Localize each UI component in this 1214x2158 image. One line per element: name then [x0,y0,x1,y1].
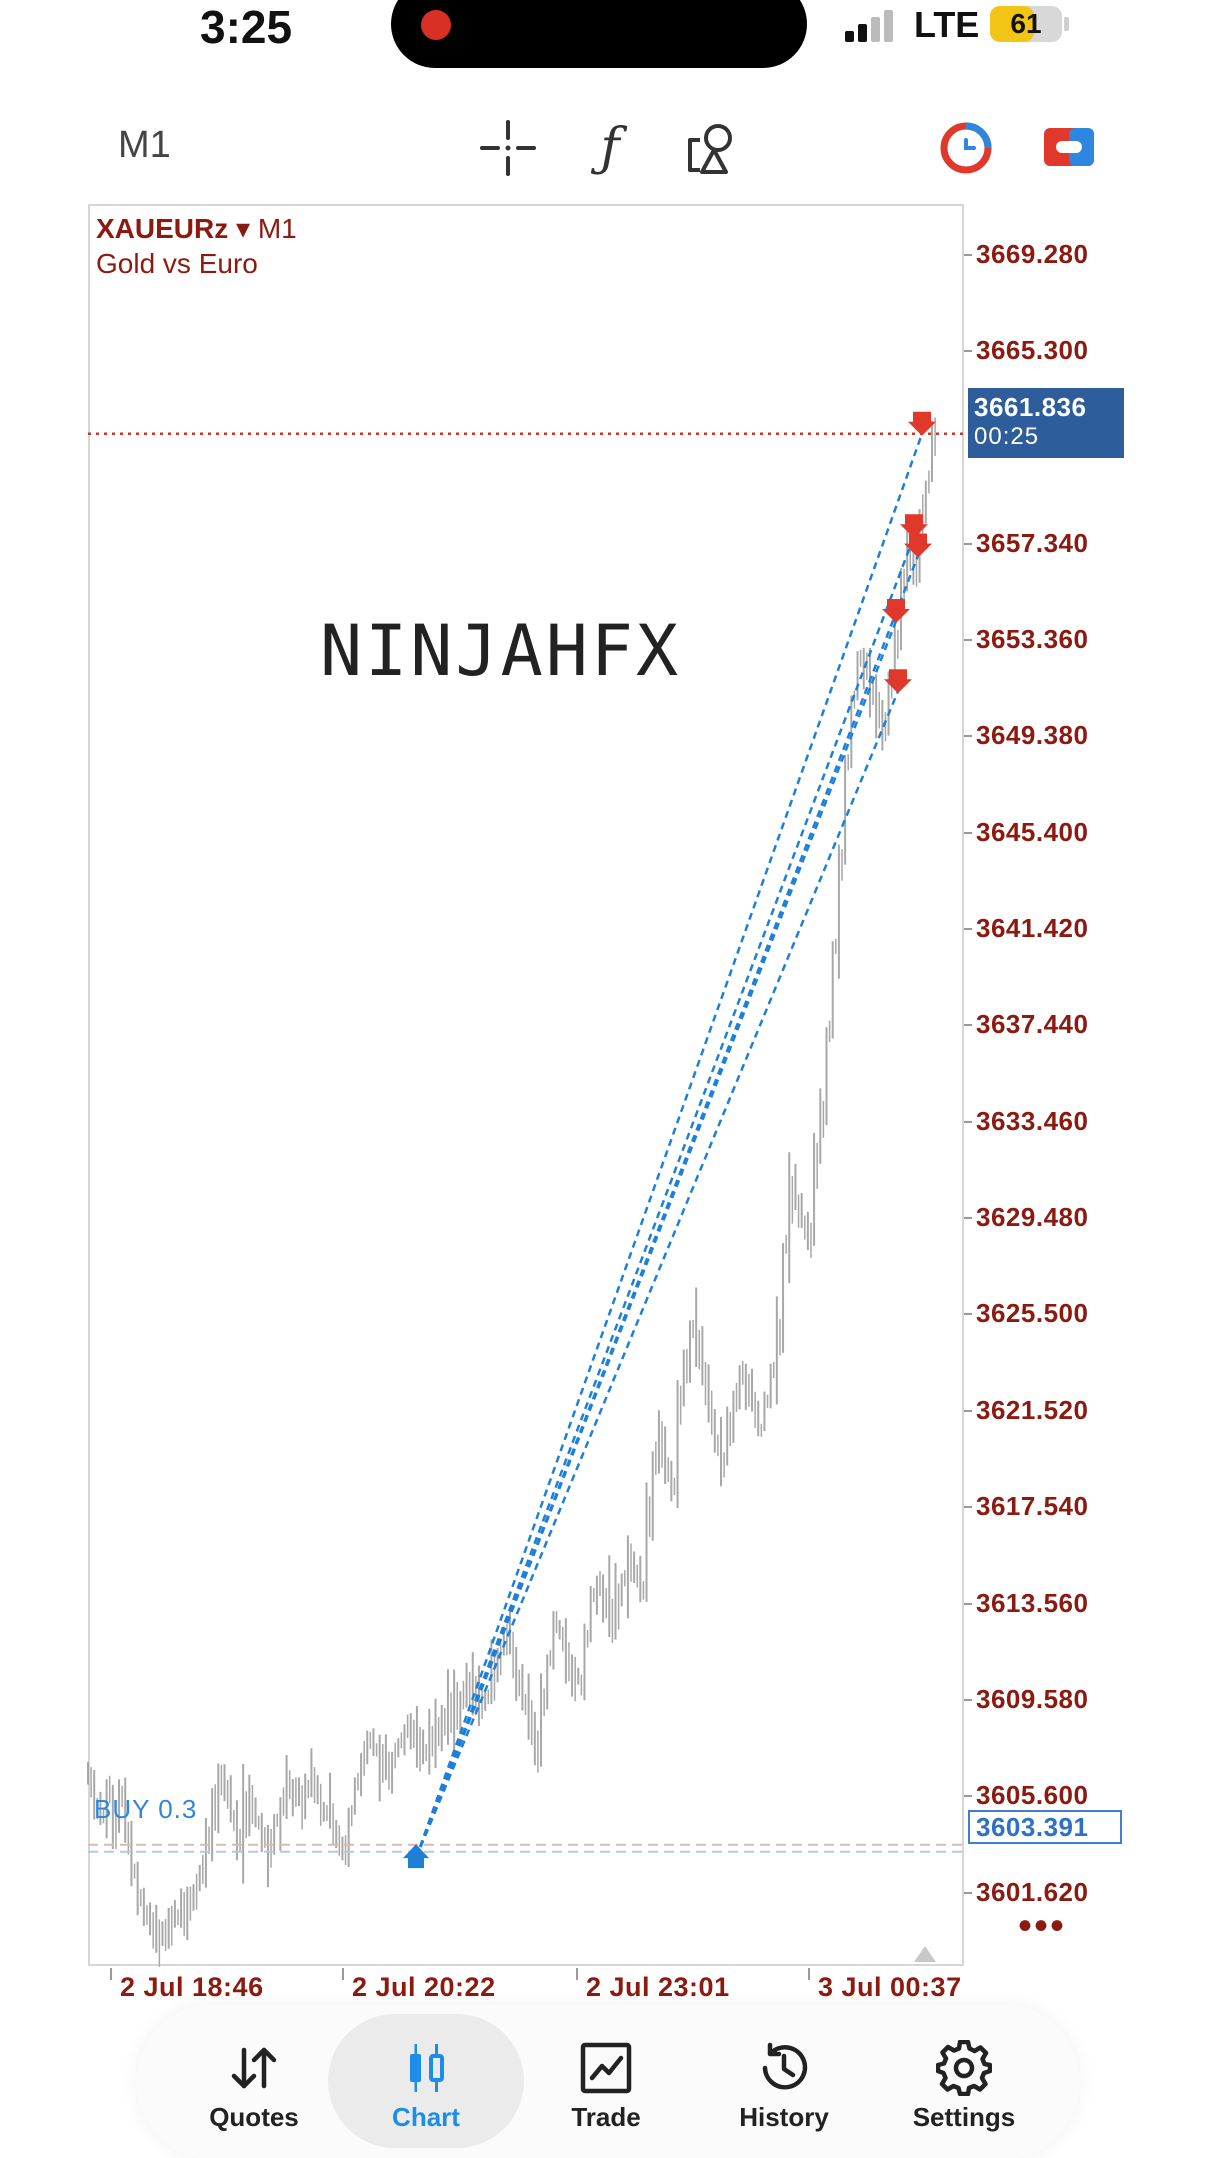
price-axis-label: 3657.340 [976,527,1089,558]
battery-percent: 61 [1010,8,1042,39]
time-axis-tick [342,1968,344,1980]
settings-icon [936,2040,992,2096]
price-axis-label: 3609.580 [976,1683,1089,1714]
price-axis-label: 3653.360 [976,623,1089,654]
price-axis-label: 3613.560 [976,1587,1089,1618]
time-axis-tick [808,1968,810,1980]
symbol-timeframe: M1 [257,213,297,244]
tab-settings[interactable]: Settings [866,2014,1062,2148]
position-label[interactable]: BUY 0.3 [94,1794,197,1825]
tab-chart[interactable]: Chart [328,2014,524,2148]
current-price-tag: 3661.836 00:25 [968,388,1124,458]
symbol-description: Gold vs Euro [96,248,258,279]
network-type: LTE [914,4,980,45]
price-axis-label: 3605.600 [976,1780,1089,1811]
price-axis-tick [964,638,972,641]
scroll-to-end-icon[interactable] [914,1946,936,1962]
recording-dot-icon [421,10,451,40]
price-axis-tick [964,349,972,352]
price-axis-tick [964,1024,972,1027]
symbol-header[interactable]: XAUEURz ▾ M1 [96,212,297,245]
crosshair-icon[interactable] [478,118,538,178]
price-axis-tick [964,1409,972,1412]
position-price-tag: 3603.391 [968,1810,1122,1844]
tab-label-settings: Settings [912,2102,1016,2132]
time-axis-tick [576,1968,578,1980]
bar-countdown: 00:25 [974,423,1040,450]
price-axis-tick [964,253,972,256]
tab-history[interactable]: History [686,2014,882,2148]
price-axis-label: 3669.280 [976,238,1089,269]
price-axis-label: 3601.620 [976,1876,1089,1907]
dynamic-island [391,0,807,68]
price-axis-tick [964,542,972,545]
signal-strength-icon [845,10,901,42]
price-axis-label: 3625.500 [976,1298,1089,1329]
price-axis-tick [964,1795,972,1798]
time-axis-label: 2 Jul 20:22 [352,1972,496,2002]
price-axis-tick [964,1698,972,1701]
price-axis-label: 3649.380 [976,720,1089,751]
bottom-tab-bar: Quotes Chart Trade History Settings [136,2004,1080,2158]
chart-icon [398,2040,454,2096]
price-axis-tick [964,1506,972,1509]
price-axis-label: 3641.420 [976,913,1089,944]
history-icon [756,2040,812,2096]
price-axis-tick [964,735,972,738]
time-axis-label: 2 Jul 23:01 [586,1972,730,2002]
trade-chart-icon [578,2040,634,2096]
trade-icon[interactable] [1040,118,1100,178]
chart-area[interactable] [88,204,964,1966]
tab-label-history: History [739,2102,829,2132]
battery-tip [1064,17,1069,31]
price-axis-tick [964,1120,972,1123]
objects-icon[interactable] [680,118,740,178]
price-axis-tick [964,928,972,931]
time-axis-label: 3 Jul 00:37 [818,1972,962,2002]
watermark-text: NINJAHFX [320,610,682,692]
price-axis-tick [964,831,972,834]
one-click-trading-icon[interactable] [936,118,996,178]
symbol-name: XAUEURz [96,213,229,244]
tab-label-chart: Chart [392,2102,460,2132]
more-options-button[interactable]: ••• [1018,1906,1066,1946]
indicator-function-icon[interactable]: ƒ [580,118,640,178]
price-axis-label: 3617.540 [976,1491,1089,1522]
current-price-value: 3661.836 [974,392,1087,422]
price-axis-tick [964,1313,972,1316]
price-axis-tick [964,1891,972,1894]
tab-quotes[interactable]: Quotes [156,2014,352,2148]
price-axis-label: 3621.520 [976,1394,1089,1425]
price-axis-label: 3665.300 [976,334,1089,365]
time-axis-tick [110,1968,112,1980]
status-time: 3:25 [200,1,293,53]
tab-label-quotes: Quotes [209,2102,299,2132]
price-axis-label: 3633.460 [976,1105,1089,1136]
price-axis-label: 3645.400 [976,816,1089,847]
time-axis-label: 2 Jul 18:46 [120,1972,264,2002]
timeframe-selector[interactable]: M1 [118,124,171,167]
price-axis-tick [964,1602,972,1605]
tab-trade[interactable]: Trade [508,2014,704,2148]
price-axis-tick [964,1217,972,1220]
tab-label-trade: Trade [571,2102,641,2132]
price-axis-label: 3637.440 [976,1009,1089,1040]
price-axis-label: 3629.480 [976,1202,1089,1233]
battery-icon: 61 [990,6,1062,42]
quotes-icon [226,2040,282,2096]
symbol-dropdown-icon[interactable]: ▾ [236,213,250,244]
